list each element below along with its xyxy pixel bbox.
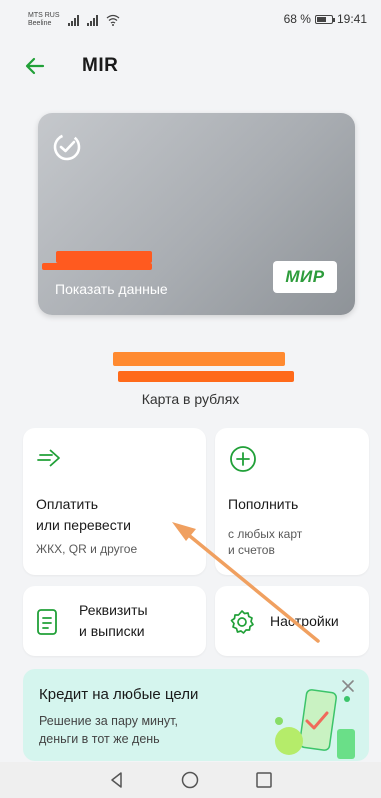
requisites-title-line2: и выписки xyxy=(79,623,145,639)
status-right: 68 % 19:41 xyxy=(284,12,367,26)
top-up-button[interactable]: Пополнить с любых карт и счетов xyxy=(215,428,369,575)
nav-recents-icon[interactable] xyxy=(254,770,274,790)
signal-1-icon xyxy=(67,14,79,26)
gear-icon xyxy=(230,610,254,634)
show-card-data-link[interactable]: Показать данные xyxy=(55,281,168,297)
promo-illustration xyxy=(275,689,355,759)
mir-logo-text: МИР xyxy=(285,267,325,286)
document-icon xyxy=(37,609,57,635)
promo-title: Кредит на любые цели xyxy=(39,686,199,703)
sber-check-icon xyxy=(53,133,81,161)
wifi-icon xyxy=(106,14,119,26)
nav-back-icon[interactable] xyxy=(107,770,127,790)
carrier-names: MTS RUS Beeline xyxy=(28,12,60,28)
system-nav-bar xyxy=(0,762,381,798)
battery-fill xyxy=(316,16,327,22)
plus-circle-icon xyxy=(230,446,256,472)
pay-or-transfer-button[interactable]: Оплатить или перевести ЖКХ, QR и другое xyxy=(23,428,206,575)
close-icon[interactable] xyxy=(341,679,355,693)
requisites-button[interactable]: Реквизиты и выписки xyxy=(23,586,206,656)
carrier-primary: MTS RUS xyxy=(28,12,60,19)
pay-subtitle: ЖКХ, QR и другое xyxy=(36,542,138,556)
card-currency-label: Карта в рублях xyxy=(141,391,240,407)
card-number-redaction-2 xyxy=(42,263,152,270)
account-name-redaction-2 xyxy=(118,371,294,382)
transfer-arrow-icon xyxy=(37,449,60,467)
account-name-redaction xyxy=(113,352,285,366)
nav-home-icon[interactable] xyxy=(180,770,200,790)
mir-logo: МИР xyxy=(273,261,337,293)
carrier-info: MTS RUS Beeline xyxy=(28,12,120,28)
clock: 19:41 xyxy=(336,12,367,26)
settings-button[interactable]: Настройки xyxy=(215,586,369,656)
settings-title: Настройки xyxy=(270,613,339,629)
battery-icon xyxy=(314,14,335,24)
promo-subtitle-line1: Решение за пару минут, xyxy=(39,714,178,728)
back-arrow-icon[interactable] xyxy=(24,55,46,77)
signal-2-icon xyxy=(86,14,98,26)
page-title: MIR xyxy=(82,55,119,76)
header: MIR xyxy=(24,55,118,77)
promo-subtitle-line2: деньги в тот же день xyxy=(39,732,160,746)
pay-title-line1: Оплатить xyxy=(36,496,99,512)
bank-card[interactable]: Показать данные МИР xyxy=(38,113,355,315)
requisites-title-line1: Реквизиты xyxy=(79,602,148,618)
topup-title: Пополнить xyxy=(228,496,299,512)
credit-promo-banner[interactable]: Кредит на любые цели Решение за пару мин… xyxy=(23,669,369,761)
promo-subtitle: Решение за пару минут, деньги в тот же д… xyxy=(39,712,239,748)
topup-subtitle-line2: и счетов xyxy=(228,543,275,557)
battery-percent: 68 % xyxy=(283,12,311,26)
pay-title-line2: или перевести xyxy=(36,517,131,533)
topup-subtitle-line1: с любых карт xyxy=(228,527,303,541)
status-bar: MTS RUS Beeline 68 % 19:41 xyxy=(0,0,381,40)
carrier-secondary: Beeline xyxy=(28,20,52,27)
card-number-redaction xyxy=(56,251,152,263)
